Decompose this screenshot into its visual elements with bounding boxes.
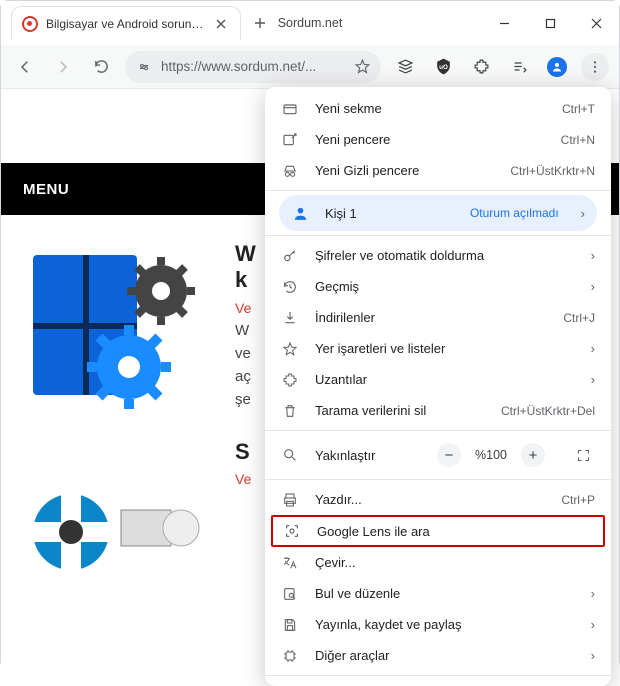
- menu-item-new-tab[interactable]: Yeni sekme Ctrl+T: [265, 93, 611, 124]
- media-control-icon[interactable]: [505, 53, 533, 81]
- menu-item-clear-data[interactable]: Tarama verilerini sil Ctrl+ÜstKrktr+Del: [265, 395, 611, 426]
- article-thumbnail: [21, 439, 221, 609]
- lens-icon: [283, 522, 301, 540]
- address-bar[interactable]: https://www.sordum.net/...: [125, 51, 381, 83]
- menu-item-new-window[interactable]: Yeni pencere Ctrl+N: [265, 124, 611, 155]
- zoom-value: %100: [475, 448, 507, 462]
- menu-item-history[interactable]: Geçmiş ›: [265, 271, 611, 302]
- menu-separator: [265, 235, 611, 236]
- zoom-in-button[interactable]: +: [521, 443, 545, 467]
- back-button[interactable]: [11, 53, 39, 81]
- window-app-title: Sordum.net: [278, 16, 343, 30]
- menu-separator: [265, 675, 611, 676]
- maximize-button[interactable]: [527, 1, 573, 45]
- menu-item-passwords[interactable]: Şifreler ve otomatik doldurma ›: [265, 240, 611, 271]
- chevron-right-icon: ›: [581, 206, 585, 221]
- site-favicon: [22, 16, 38, 32]
- close-tab-icon[interactable]: [212, 15, 230, 33]
- article-text: S Ve: [235, 439, 251, 609]
- minimize-button[interactable]: [481, 1, 527, 45]
- url-text: https://www.sordum.net/...: [161, 59, 345, 74]
- browser-tab[interactable]: Bilgisayar ve Android sorunların: [11, 6, 241, 40]
- save-icon: [281, 616, 299, 634]
- menu-item-incognito[interactable]: Yeni Gizli pencere Ctrl+ÜstKrktr+N: [265, 155, 611, 186]
- tab-title: Bilgisayar ve Android sorunların: [46, 17, 204, 31]
- buffer-extension-icon[interactable]: [391, 53, 419, 81]
- chevron-right-icon: ›: [591, 586, 595, 601]
- chevron-right-icon: ›: [591, 279, 595, 294]
- zoom-icon: [281, 446, 299, 464]
- chevron-right-icon: ›: [591, 248, 595, 263]
- zoom-out-button[interactable]: −: [437, 443, 461, 467]
- tab-icon: [281, 100, 299, 118]
- find-icon: [281, 585, 299, 603]
- chevron-right-icon: ›: [591, 617, 595, 632]
- forward-button[interactable]: [49, 53, 77, 81]
- menu-item-find[interactable]: Bul ve düzenle ›: [265, 578, 611, 609]
- chevron-right-icon: ›: [591, 372, 595, 387]
- article-text: Wk Ve W ve aç şe: [235, 241, 256, 411]
- menu-item-bookmarks[interactable]: Yer işaretleri ve listeler ›: [265, 333, 611, 364]
- incognito-icon: [281, 162, 299, 180]
- chevron-right-icon: ›: [591, 648, 595, 663]
- new-tab-button[interactable]: [251, 14, 269, 32]
- bookmark-star-icon[interactable]: [353, 58, 371, 76]
- print-icon: [281, 491, 299, 509]
- star-icon: [281, 340, 299, 358]
- menu-item-downloads[interactable]: İndirilenler Ctrl+J: [265, 302, 611, 333]
- site-settings-icon[interactable]: [135, 58, 153, 76]
- translate-icon: [281, 554, 299, 572]
- fullscreen-button[interactable]: [571, 443, 595, 467]
- new-window-icon: [281, 131, 299, 149]
- chrome-main-menu: Yeni sekme Ctrl+T Yeni pencere Ctrl+N Ye…: [265, 87, 611, 686]
- menu-item-more-tools[interactable]: Diğer araçlar ›: [265, 640, 611, 671]
- person-icon: [291, 204, 309, 222]
- key-icon: [281, 247, 299, 265]
- reload-button[interactable]: [87, 53, 115, 81]
- extensions-icon[interactable]: [467, 53, 495, 81]
- svg-text:uO: uO: [439, 64, 448, 71]
- menu-item-profile[interactable]: Kişi 1 Oturum açılmadı ›: [279, 195, 597, 231]
- close-window-button[interactable]: [573, 1, 619, 45]
- puzzle-icon: [281, 371, 299, 389]
- menu-item-extensions[interactable]: Uzantılar ›: [265, 364, 611, 395]
- menu-separator: [265, 479, 611, 480]
- menu-item-print[interactable]: Yazdır... Ctrl+P: [265, 484, 611, 515]
- menu-item-zoom: Yakınlaştır − %100 +: [265, 435, 611, 475]
- download-icon: [281, 309, 299, 327]
- article-thumbnail: [21, 241, 221, 411]
- kebab-menu-button[interactable]: [581, 53, 609, 81]
- menu-item-cast-save-share[interactable]: Yayınla, kaydet ve paylaş ›: [265, 609, 611, 640]
- chip-icon: [281, 647, 299, 665]
- chevron-right-icon: ›: [591, 341, 595, 356]
- menu-separator: [265, 190, 611, 191]
- menu-item-google-lens[interactable]: Google Lens ile ara: [271, 515, 605, 547]
- trash-icon: [281, 402, 299, 420]
- adblock-extension-icon[interactable]: uO: [429, 53, 457, 81]
- site-menu-label: MENU: [23, 181, 69, 198]
- menu-separator: [265, 430, 611, 431]
- profile-avatar[interactable]: [543, 53, 571, 81]
- menu-item-translate[interactable]: Çevir...: [265, 547, 611, 578]
- history-icon: [281, 278, 299, 296]
